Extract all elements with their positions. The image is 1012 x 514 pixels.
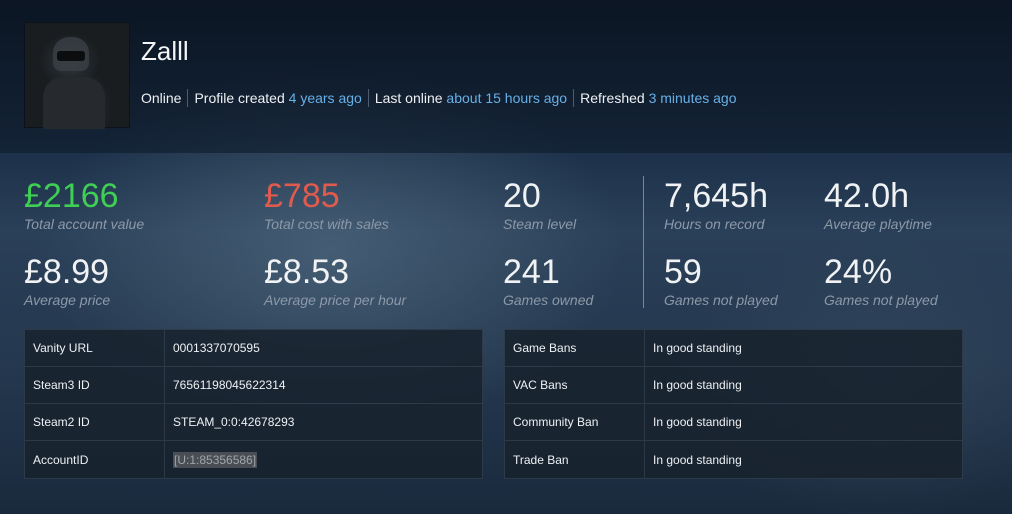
username: Zalll <box>141 36 189 66</box>
stat-hours-on-record: 7,645h Hours on record <box>664 178 768 232</box>
table-key: Trade Ban <box>505 441 645 478</box>
stat-label: Total account value <box>24 216 145 232</box>
stat-value: £785 <box>264 177 340 215</box>
table-row: VAC Bans In good standing <box>505 367 962 404</box>
profile-created-label: Profile created <box>194 90 285 106</box>
bans-table: Game Bans In good standing VAC Bans In g… <box>504 329 963 479</box>
stat-label: Average playtime <box>824 216 932 232</box>
stat-total-cost-with-sales: £785 Total cost with sales <box>264 178 389 232</box>
stat-average-price-per-hour: £8.53 Average price per hour <box>264 254 406 308</box>
table-key: Vanity URL <box>25 330 165 366</box>
stat-value: 20 <box>503 177 541 215</box>
refreshed-value: 3 minutes ago <box>648 90 737 106</box>
profile-created: Profile created 4 years ago <box>187 89 367 107</box>
table-row: Steam3 ID 76561198045622314 <box>25 367 482 404</box>
table-value[interactable]: 76561198045622314 <box>165 367 482 403</box>
table-value-cell: [U:1:85356586] <box>165 441 482 478</box>
avatar-visor-shape <box>57 51 85 61</box>
stat-steam-level: 20 Steam level <box>503 178 576 232</box>
profile-created-value: 4 years ago <box>288 90 362 106</box>
table-key: VAC Bans <box>505 367 645 403</box>
avatar-body-shape <box>43 77 105 129</box>
ids-table: Vanity URL 0001337070595 Steam3 ID 76561… <box>24 329 483 479</box>
stat-label: Hours on record <box>664 216 765 232</box>
profile-meta: Online Profile created 4 years ago Last … <box>141 89 743 107</box>
avatar <box>24 22 130 129</box>
refreshed: Refreshed 3 minutes ago <box>573 89 742 107</box>
stat-value: 59 <box>664 253 702 291</box>
stat-value: 7,645h <box>664 177 768 215</box>
stat-value: 24% <box>824 253 893 291</box>
stat-label: Average price per hour <box>264 292 407 308</box>
stat-games-owned: 241 Games owned <box>503 254 593 308</box>
table-key: Steam2 ID <box>25 404 165 440</box>
online-status: Online <box>141 90 182 106</box>
stat-label: Total cost with sales <box>264 216 389 232</box>
stat-label: Games owned <box>503 292 594 308</box>
stats-divider <box>643 176 644 308</box>
table-key: Community Ban <box>505 404 645 440</box>
table-key: Game Bans <box>505 330 645 366</box>
stat-label: Average price <box>24 292 111 308</box>
stat-label: Games not played <box>664 292 778 308</box>
table-value[interactable]: STEAM_0:0:42678293 <box>165 404 482 440</box>
stat-average-price: £8.99 Average price <box>24 254 110 308</box>
table-value: In good standing <box>653 341 742 355</box>
stat-value: £8.53 <box>264 253 350 291</box>
table-value: In good standing <box>653 452 742 467</box>
selected-account-id[interactable]: [U:1:85356586] <box>173 451 258 468</box>
stat-value: £8.99 <box>24 253 110 291</box>
table-row: Game Bans In good standing <box>505 330 962 367</box>
table-key: AccountID <box>25 441 165 478</box>
stat-value: 241 <box>503 253 560 291</box>
profile-header <box>0 0 1012 153</box>
stat-value: 42.0h <box>824 177 910 215</box>
table-value[interactable]: 0001337070595 <box>165 330 482 366</box>
table-row: Community Ban In good standing <box>505 404 962 441</box>
table-key: Steam3 ID <box>25 367 165 403</box>
last-online-value: about 15 hours ago <box>446 90 568 106</box>
table-row: Steam2 ID STEAM_0:0:42678293 <box>25 404 482 441</box>
table-row: Trade Ban In good standing <box>505 441 962 478</box>
stat-total-account-value: £2166 Total account value <box>24 178 144 232</box>
stat-games-not-played-count: 59 Games not played <box>664 254 778 308</box>
stat-value: £2166 <box>24 177 119 215</box>
table-value: In good standing <box>653 378 742 392</box>
stat-label: Games not played <box>824 292 938 308</box>
last-online-label: Last online <box>374 90 443 106</box>
refreshed-label: Refreshed <box>580 90 645 106</box>
stat-average-playtime: 42.0h Average playtime <box>824 178 932 232</box>
stat-label: Steam level <box>503 216 577 232</box>
table-row: AccountID [U:1:85356586] <box>25 441 482 478</box>
stat-games-not-played-percent: 24% Games not played <box>824 254 938 308</box>
last-online: Last online about 15 hours ago <box>367 89 573 107</box>
table-value: In good standing <box>653 415 742 429</box>
table-row: Vanity URL 0001337070595 <box>25 330 482 367</box>
